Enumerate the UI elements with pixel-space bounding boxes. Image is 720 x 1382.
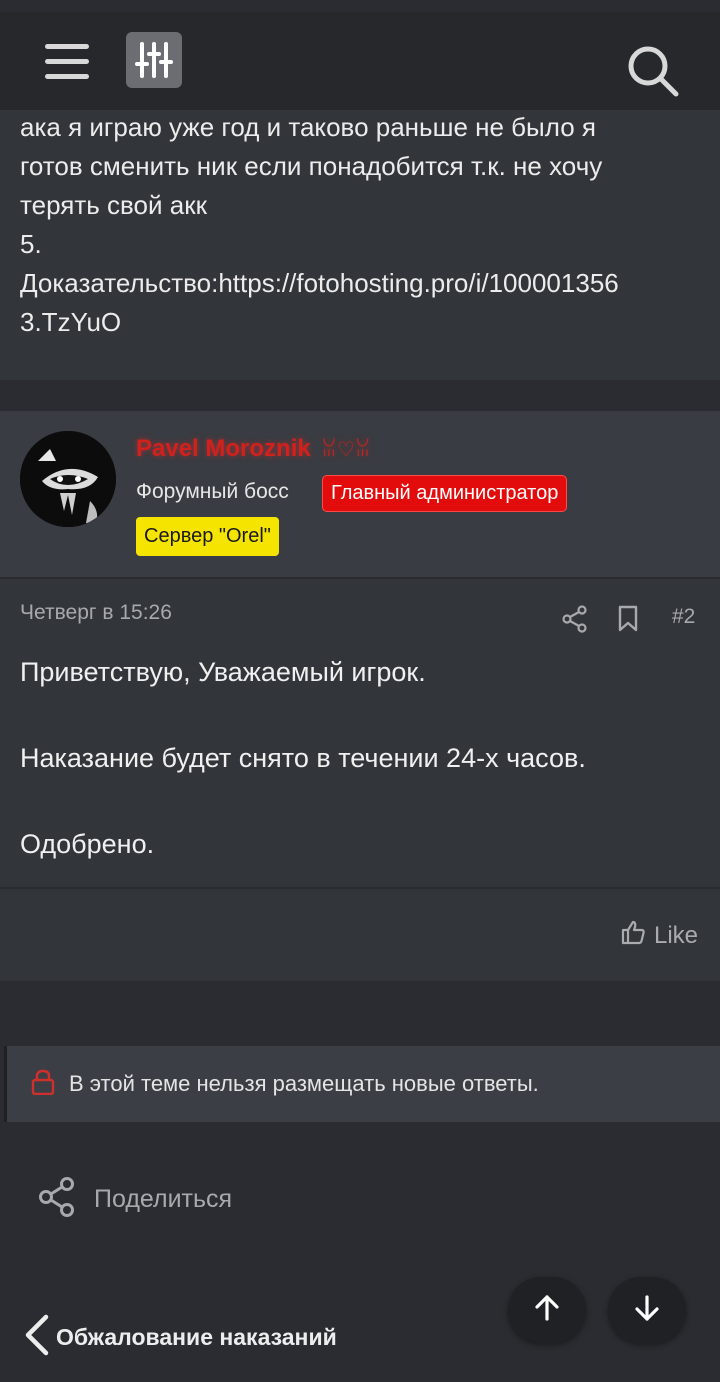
sliders-icon[interactable] <box>126 32 182 88</box>
post-body: Четверг в 15:26 #2 Приветствую, Уважаемы… <box>0 579 720 887</box>
username[interactable]: Pavel Moroznik ꈍ♡ꈍ <box>136 435 371 463</box>
share-thread-button[interactable]: Поделиться <box>38 1176 232 1223</box>
post-footer: Like <box>0 889 720 981</box>
previous-post: ака я играю уже год и таково раньше не б… <box>0 98 720 380</box>
user-title: Форумный босс <box>136 480 289 503</box>
username-decoration: ꈍ♡ꈍ <box>321 439 371 461</box>
hamburger-icon[interactable] <box>45 44 89 80</box>
arrow-up-icon <box>533 1294 561 1327</box>
post-message: Приветствую, Уважаемый игрок. Наказание … <box>20 657 586 859</box>
admin-badge: Главный администратор <box>322 475 568 512</box>
post-number[interactable]: #2 <box>672 605 695 629</box>
thumbs-up-icon <box>620 919 646 952</box>
share-icon <box>38 1176 76 1223</box>
server-badge: Сервер "Orel" <box>136 517 279 556</box>
scroll-down-button[interactable] <box>608 1277 686 1343</box>
back-link-label: Обжалование наказаний <box>56 1324 337 1350</box>
top-bar <box>0 0 720 110</box>
share-label: Поделиться <box>94 1185 233 1213</box>
search-icon[interactable] <box>626 44 680 98</box>
post-date[interactable]: Четверг в 15:26 <box>20 601 172 625</box>
arrow-down-icon <box>633 1294 661 1327</box>
back-to-forum-link[interactable]: Обжалование наказаний <box>22 1314 337 1361</box>
thread-page: ака я играю уже год и таково раньше не б… <box>0 0 720 1382</box>
thread-locked-notice: В этой теме нельзя размещать новые ответ… <box>4 1046 720 1122</box>
like-label: Like <box>653 921 698 949</box>
share-icon[interactable] <box>562 605 588 633</box>
lock-icon <box>31 1069 55 1100</box>
avatar[interactable] <box>20 431 116 527</box>
username-text: Pavel Moroznik <box>136 435 311 462</box>
previous-post-text: ака я играю уже год и таково раньше не б… <box>20 112 619 337</box>
bookmark-icon[interactable] <box>617 605 639 633</box>
locked-notice-text: В этой теме нельзя размещать новые ответ… <box>69 1071 539 1096</box>
post-author-block: Pavel Moroznik ꈍ♡ꈍ Форумный босс Главный… <box>0 411 720 577</box>
like-button[interactable]: Like <box>620 919 698 952</box>
chevron-left-icon <box>22 1314 52 1361</box>
scroll-up-button[interactable] <box>508 1277 586 1343</box>
